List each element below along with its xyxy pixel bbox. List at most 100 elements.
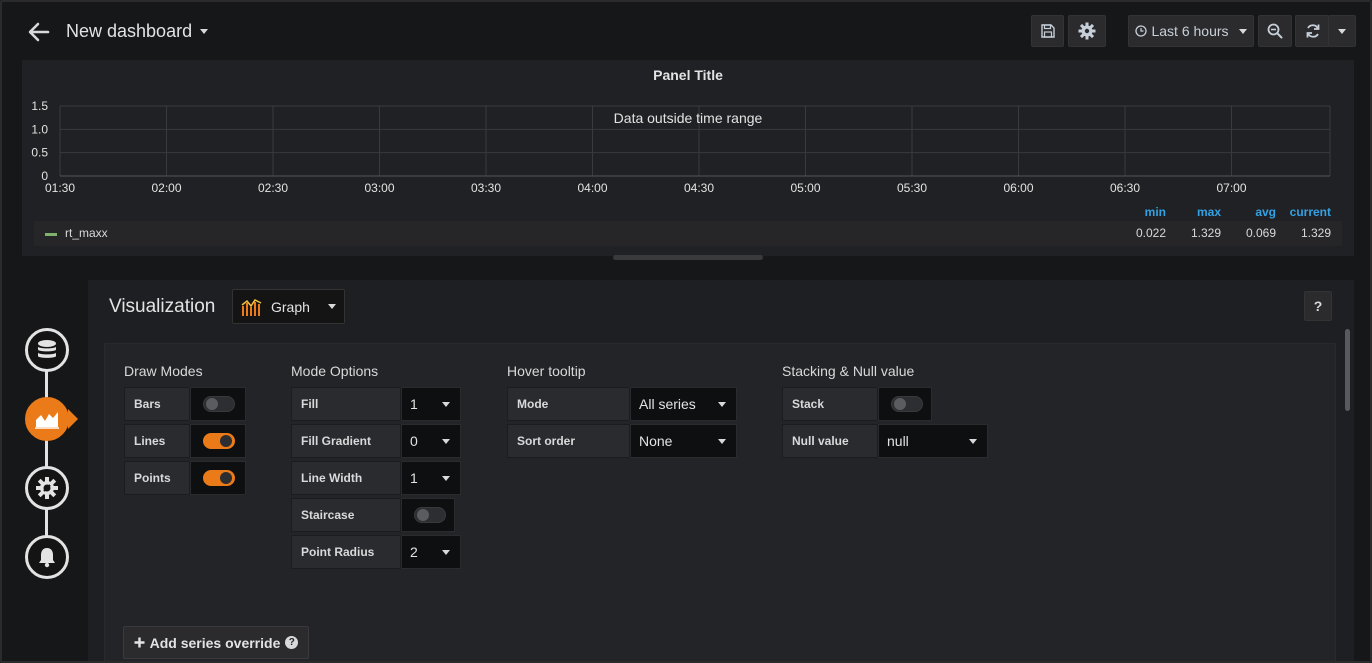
bars-control [190, 387, 246, 421]
draw-modes-title: Draw Modes [124, 363, 203, 379]
null-value-label: Null value [782, 424, 878, 458]
zoom-out-button[interactable] [1258, 15, 1292, 47]
x-tick-label: 01:30 [45, 181, 75, 195]
database-icon [38, 340, 56, 358]
legend-column-max[interactable]: max [1161, 205, 1221, 219]
fill-gradient-option: Fill Gradient 0 [291, 424, 461, 458]
save-dashboard-button[interactable] [1031, 15, 1064, 47]
legend-column-min[interactable]: min [1106, 205, 1166, 219]
fill-gradient-select[interactable]: 0 [401, 424, 461, 458]
time-range-picker[interactable]: Last 6 hours [1128, 15, 1254, 47]
bars-option: Bars [124, 387, 246, 421]
graph-panel[interactable]: Panel Title 1.5 1.0 0.5 0 01:30 02:00 02:30 03:… [22, 60, 1354, 256]
x-tick-label: 06:00 [1003, 181, 1033, 195]
stack-toggle[interactable] [891, 396, 923, 412]
tooltip-mode-select[interactable]: All series [630, 387, 737, 421]
visualization-heading: Visualization [109, 296, 216, 317]
stack-option: Stack [782, 387, 932, 421]
line-width-option: Line Width 1 [291, 461, 461, 495]
graph-icon [241, 298, 262, 316]
fill-option: Fill 1 [291, 387, 461, 421]
visualization-tab[interactable] [25, 397, 69, 441]
toggle-knob [417, 509, 429, 521]
time-range-label: Last 6 hours [1151, 23, 1229, 39]
visualization-type-picker[interactable]: Graph [232, 289, 345, 324]
series-color-swatch[interactable] [45, 233, 57, 236]
sort-order-value: None [639, 433, 673, 449]
null-value-select[interactable]: null [878, 424, 988, 458]
series-name[interactable]: rt_maxx [65, 226, 108, 240]
staircase-toggle[interactable] [414, 507, 446, 523]
plus-icon [134, 637, 145, 648]
stack-label: Stack [782, 387, 878, 421]
toggle-knob [220, 472, 232, 484]
toggle-knob [206, 398, 218, 410]
queries-tab[interactable] [25, 328, 69, 372]
legend-column-avg[interactable]: avg [1216, 205, 1276, 219]
gear-icon [1078, 22, 1096, 40]
stack-control [878, 387, 932, 421]
fill-select[interactable]: 1 [401, 387, 461, 421]
area-chart-icon [35, 412, 59, 429]
x-tick-label: 03:00 [364, 181, 394, 195]
chevron-down-icon [442, 475, 450, 481]
lines-toggle[interactable] [203, 433, 235, 449]
legend-column-current[interactable]: current [1271, 205, 1331, 219]
add-series-override-button[interactable]: Add series override ? [123, 626, 309, 659]
save-icon [1040, 24, 1055, 38]
chevron-down-icon [442, 438, 450, 444]
stacking-title: Stacking & Null value [782, 363, 915, 379]
staircase-option: Staircase [291, 498, 455, 532]
chevron-down-icon [969, 438, 977, 444]
help-button[interactable]: ? [1304, 291, 1332, 321]
add-series-override-label: Add series override [149, 634, 281, 651]
mode-options-title: Mode Options [291, 363, 379, 379]
dashboard-title[interactable]: New dashboard [66, 21, 209, 42]
dashboard-title-text: New dashboard [66, 21, 193, 41]
x-tick-label: 07:00 [1216, 181, 1246, 195]
point-radius-select[interactable]: 2 [401, 535, 461, 569]
x-tick-label: 05:30 [897, 181, 927, 195]
x-tick-label: 03:30 [471, 181, 501, 195]
x-tick-label: 02:00 [151, 181, 181, 195]
refresh-interval-dropdown[interactable] [1328, 15, 1356, 47]
chevron-down-icon [442, 549, 450, 555]
dashboard-settings-button[interactable] [1068, 15, 1106, 47]
editor-scrollbar[interactable] [1345, 329, 1350, 411]
legend-value-current: 1.329 [1300, 226, 1331, 240]
y-tick-label: 0.5 [31, 146, 48, 160]
line-width-select[interactable]: 1 [401, 461, 461, 495]
lines-control [190, 424, 246, 458]
tooltip-mode-value: All series [639, 396, 696, 412]
sort-order-select[interactable]: None [630, 424, 737, 458]
alert-tab[interactable] [25, 535, 69, 579]
point-radius-value: 2 [410, 544, 418, 560]
dashboard-navbar: New dashboard Last 6 hours [2, 2, 1370, 60]
question-mark-icon[interactable]: ? [285, 636, 299, 649]
zoom-out-icon [1267, 23, 1283, 39]
panel-resize-handle[interactable] [613, 255, 763, 260]
settings-wrench-icon [36, 477, 58, 499]
back-arrow-icon[interactable] [26, 19, 52, 45]
legend-series-row[interactable]: rt_maxx 0.022 1.329 0.069 1.329 [34, 221, 1342, 246]
bars-toggle[interactable] [203, 396, 235, 412]
refresh-button[interactable] [1295, 15, 1329, 47]
y-tick-label: 1.5 [31, 99, 48, 113]
line-width-label: Line Width [291, 461, 401, 495]
legend-value-max: 1.329 [1190, 226, 1221, 240]
lines-label: Lines [124, 424, 190, 458]
points-label: Points [124, 461, 190, 495]
bars-label: Bars [124, 387, 190, 421]
bell-icon [39, 548, 55, 568]
points-toggle[interactable] [203, 470, 235, 486]
general-tab[interactable] [25, 466, 69, 510]
line-width-value: 1 [410, 470, 418, 486]
chevron-down-icon [1338, 28, 1346, 34]
fill-label: Fill [291, 387, 401, 421]
y-tick-label: 1.0 [31, 122, 48, 136]
graph-chart: 1.51.00.5001:30 02:00 02:30 03:00 03:30 04:00… [31, 99, 1331, 195]
legend-value-min: 0.022 [1135, 226, 1166, 240]
fill-value: 1 [410, 396, 418, 412]
points-control [190, 461, 246, 495]
point-radius-option: Point Radius 2 [291, 535, 461, 569]
